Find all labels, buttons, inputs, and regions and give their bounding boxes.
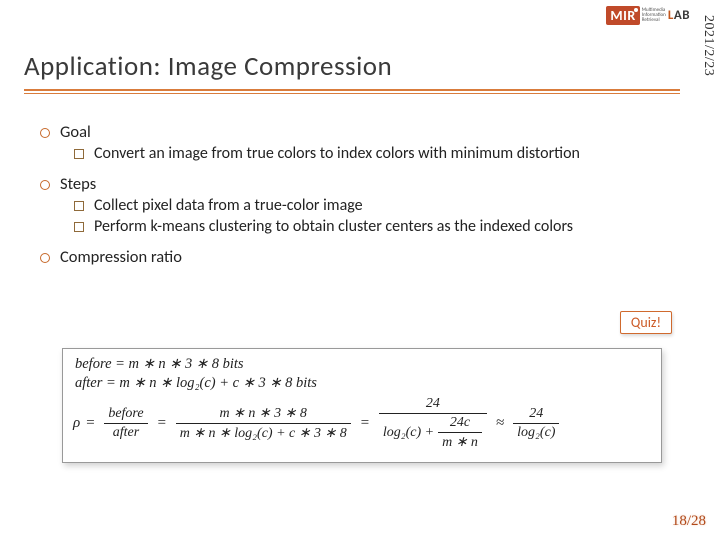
slide: MIR Multimedia Information Retrieval LAB… bbox=[0, 0, 720, 540]
steps-item-1: Collect pixel data from a true-color ima… bbox=[72, 196, 684, 216]
section-compression-ratio: Compression ratio bbox=[38, 247, 684, 267]
title-rule-thick bbox=[24, 89, 680, 91]
logo-mir-text: MIR bbox=[606, 6, 639, 25]
frac-approx: 24 log₂(c) bbox=[513, 406, 559, 441]
approx-symbol: ≈ bbox=[496, 415, 504, 432]
title-rule-thin bbox=[24, 93, 680, 94]
frac-expanded: m ∗ n ∗ 3 ∗ 8 m ∗ n ∗ log₂(c) + c ∗ 3 ∗ … bbox=[176, 405, 351, 442]
logo-subtext: Multimedia Information Retrieval bbox=[642, 8, 666, 23]
formula-box: before = m ∗ n ∗ 3 ∗ 8 bits after = m ∗ … bbox=[62, 348, 662, 463]
quiz-badge: Quiz! bbox=[620, 311, 672, 334]
mir-lab-logo: MIR Multimedia Information Retrieval LAB bbox=[606, 6, 690, 25]
logo-lab-text: LAB bbox=[668, 8, 690, 23]
frac-before-after: before after bbox=[104, 406, 147, 441]
rho-symbol: ρ bbox=[73, 415, 80, 432]
section-goal: Goal bbox=[38, 122, 684, 142]
page-number: 18/28 bbox=[672, 513, 706, 530]
title-area: Application: Image Compression bbox=[24, 50, 680, 94]
body-content: Goal Convert an image from true colors t… bbox=[38, 118, 684, 269]
goal-item-1: Convert an image from true colors to ind… bbox=[72, 144, 684, 164]
equals-2: = bbox=[157, 415, 167, 432]
frac-simplified: 24 log₂(c) + 24c m ∗ n bbox=[379, 396, 487, 451]
formula-rho-line: ρ = before after = m ∗ n ∗ 3 ∗ 8 m ∗ n ∗… bbox=[73, 396, 651, 451]
equals-3: = bbox=[360, 415, 370, 432]
slide-date: 2021/2/23 bbox=[700, 15, 716, 76]
equals-1: = bbox=[85, 415, 95, 432]
slide-title: Application: Image Compression bbox=[24, 50, 680, 83]
steps-item-2: Perform k-means clustering to obtain clu… bbox=[72, 217, 684, 237]
section-steps: Steps bbox=[38, 174, 684, 194]
formula-before-line: before = m ∗ n ∗ 3 ∗ 8 bits bbox=[75, 356, 651, 373]
formula-after-line: after = m ∗ n ∗ log₂(c) + c ∗ 3 ∗ 8 bits bbox=[75, 375, 651, 392]
